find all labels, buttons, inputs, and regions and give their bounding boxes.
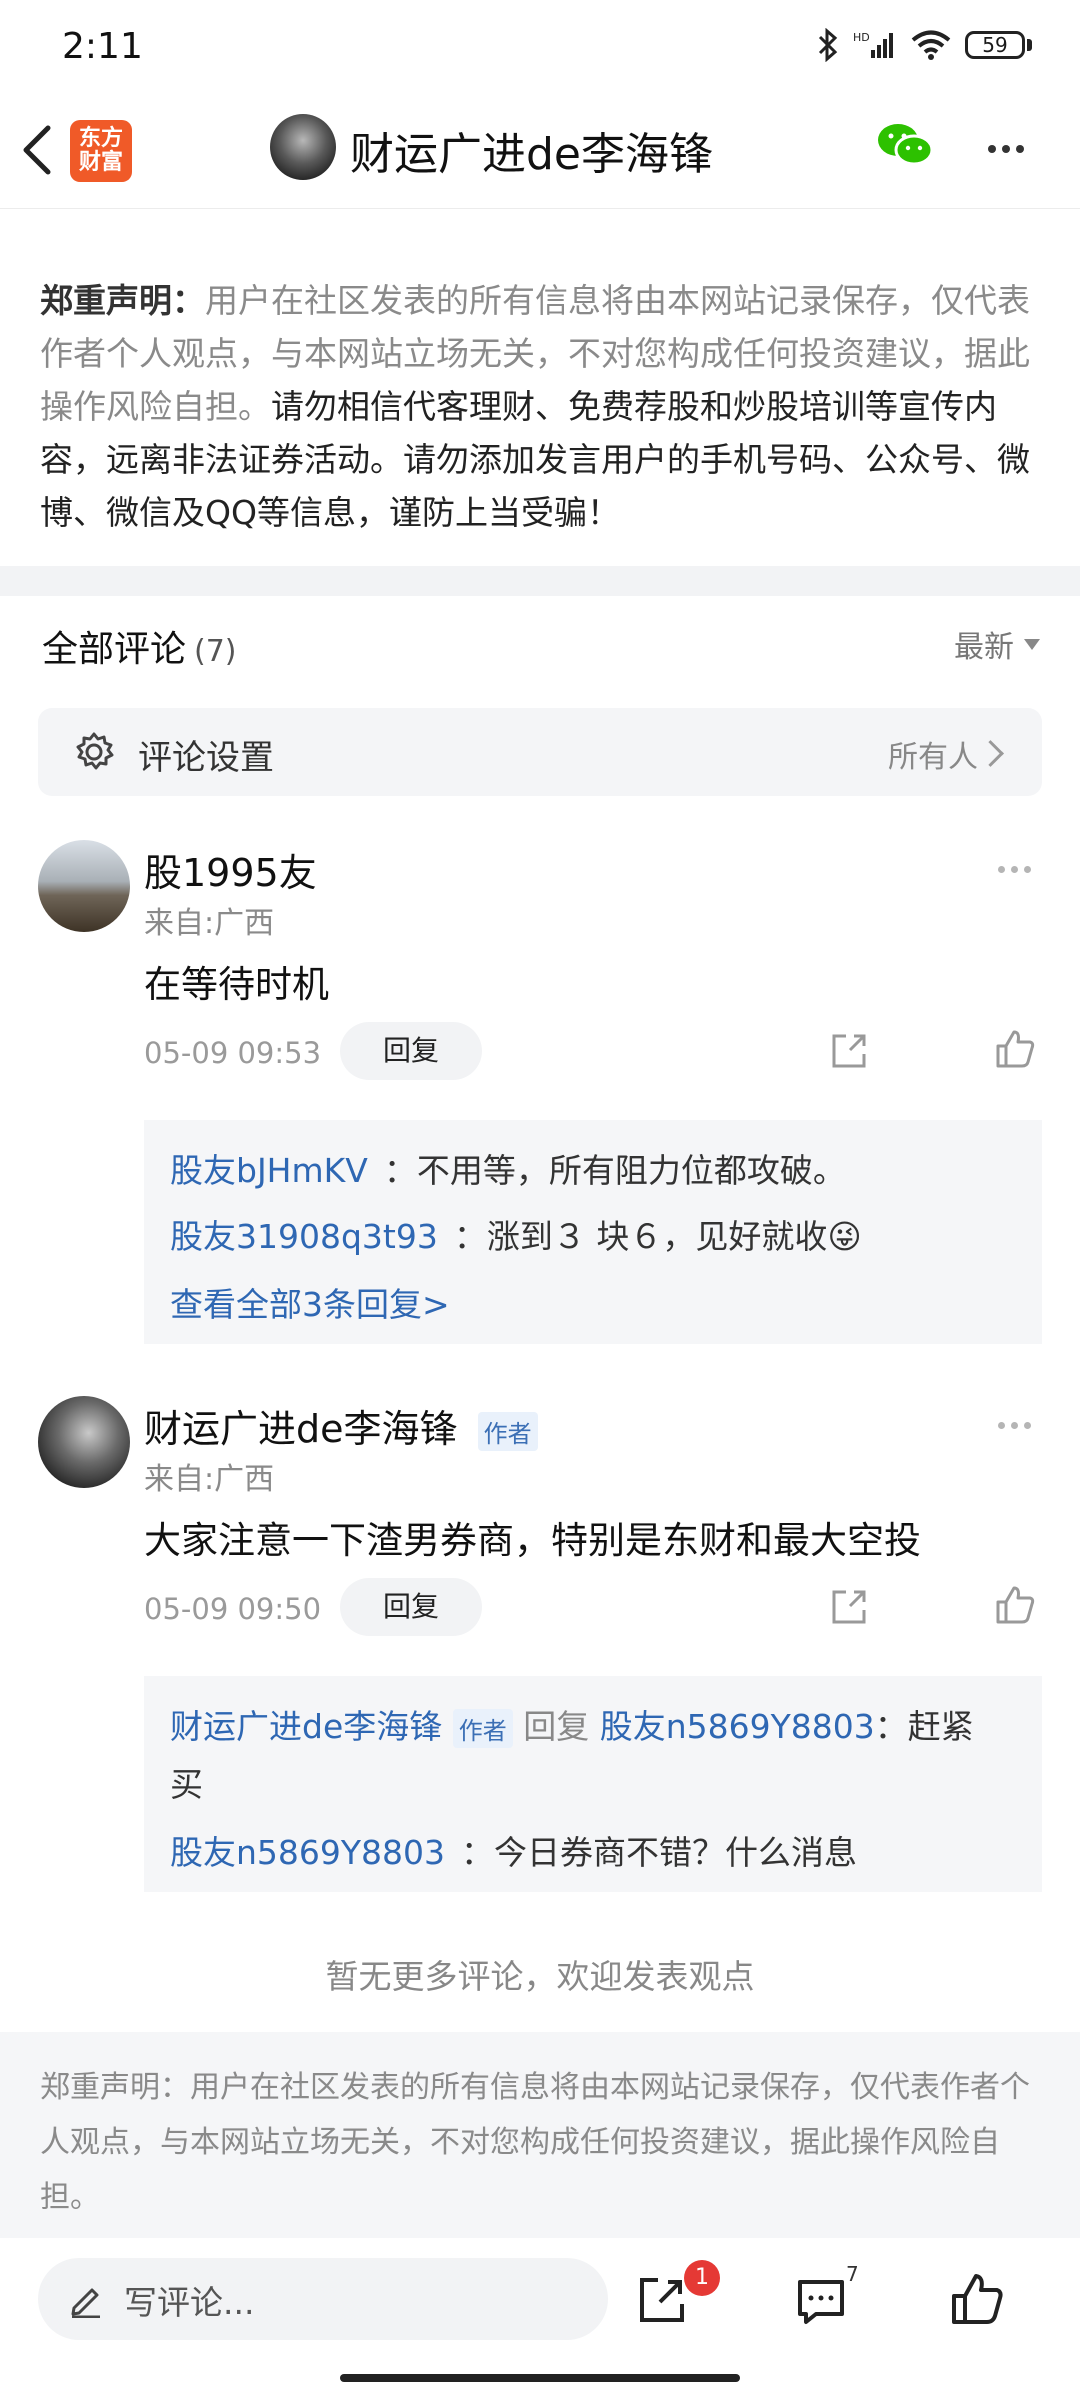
- comment-count-badge: 7: [846, 2262, 859, 2286]
- comments-title-text: 全部评论: [42, 629, 187, 670]
- write-comment-input[interactable]: 写评论...: [38, 2258, 608, 2340]
- bottom-disclaimer: 郑重声明：用户在社区发表的所有信息将由本网站记录保存，仅代表作者个人观点，与本网…: [40, 2070, 1030, 2215]
- header-avatar[interactable]: [270, 114, 336, 180]
- like-icon[interactable]: [994, 1584, 1036, 1626]
- chevron-right-icon: [977, 740, 1004, 767]
- comment-icon[interactable]: [796, 2276, 846, 2326]
- comments-count: (7): [194, 634, 237, 669]
- comment-settings-row[interactable]: 评论设置 所有人: [38, 708, 1042, 796]
- gear-icon: [76, 732, 114, 770]
- share-icon[interactable]: [828, 1586, 870, 1628]
- reply-text: ：涨到３ 块６，见好就收😜: [453, 1217, 862, 1256]
- sort-label: 最新: [954, 630, 1014, 665]
- logo-line1: 东方: [78, 126, 123, 151]
- reply-text: ：赶紧: [874, 1707, 974, 1746]
- reply-button[interactable]: 回复: [340, 1022, 482, 1080]
- logo-line2: 财富: [78, 150, 123, 175]
- author-badge: 作者: [477, 1412, 538, 1451]
- back-arrow-icon[interactable]: [20, 124, 54, 176]
- reply-text-continued: 买: [170, 1765, 203, 1804]
- battery-tip: [1027, 39, 1032, 51]
- reply-line: 财运广进de李海锋 作者 回复 股友n5869Y8803：赶紧: [170, 1700, 974, 1748]
- reply-text: ：今日券商不错？什么消息: [461, 1833, 858, 1872]
- status-icons: HD 59: [817, 28, 1032, 62]
- reply-username[interactable]: 股友31908q3t93: [170, 1217, 438, 1256]
- home-indicator: [340, 2374, 740, 2382]
- comment-location: 来自:广西: [144, 1462, 275, 1497]
- share-icon[interactable]: [636, 2274, 688, 2326]
- more-options-icon[interactable]: [988, 145, 1024, 153]
- reply-username[interactable]: 财运广进de李海锋: [170, 1707, 442, 1746]
- share-icon[interactable]: [828, 1030, 870, 1072]
- view-all-replies-link[interactable]: 查看全部3条回复>: [170, 1278, 450, 1326]
- reply-button[interactable]: 回复: [340, 1578, 482, 1636]
- avatar[interactable]: [38, 840, 130, 932]
- battery-indicator: 59: [965, 31, 1025, 59]
- author-badge: 作者: [452, 1709, 513, 1748]
- caret-down-icon: [1024, 638, 1040, 650]
- reply-line: 股友bJHmKV ：不用等，所有阻力位都攻破。: [170, 1144, 846, 1192]
- sort-dropdown[interactable]: 最新: [954, 622, 1040, 666]
- reply-line: 股友n5869Y8803 ：今日券商不错？什么消息: [170, 1826, 857, 1874]
- disclaimer: 郑重声明：用户在社区发表的所有信息将由本网站记录保存，仅代表作者个人观点，与本网…: [40, 274, 1040, 539]
- like-icon[interactable]: [994, 1028, 1036, 1070]
- write-comment-placeholder: 写评论...: [124, 2283, 255, 2322]
- comments-title: 全部评论 (7): [42, 620, 237, 672]
- settings-value: 所有人: [888, 740, 978, 775]
- page-title: 财运广进de李海锋: [350, 129, 713, 180]
- bluetooth-icon: [818, 28, 838, 62]
- like-icon[interactable]: [950, 2272, 1004, 2326]
- pencil-icon: [71, 2288, 100, 2318]
- comment-time: 05-09 09:50: [144, 1592, 322, 1626]
- comment-username[interactable]: 股1995友: [144, 842, 317, 897]
- reply-text: ：不用等，所有阻力位都攻破。: [383, 1151, 846, 1190]
- comment-location: 来自:广西: [144, 906, 275, 941]
- comment-text: 在等待时机: [144, 963, 329, 1006]
- section-divider: [0, 566, 1080, 596]
- reply-username[interactable]: 股友bJHmKV: [170, 1151, 368, 1190]
- status-time: 2:11: [62, 26, 143, 67]
- reply-line: 股友31908q3t93 ：涨到３ 块６，见好就收😜: [170, 1210, 862, 1258]
- disclaimer-label: 郑重声明：: [40, 281, 205, 320]
- comment-time: 05-09 09:53: [144, 1036, 322, 1070]
- reply-username[interactable]: 股友n5869Y8803: [170, 1833, 445, 1872]
- comment-username: 财运广进de李海锋 作者: [144, 1398, 538, 1453]
- reply-target-username[interactable]: 股友n5869Y8803: [600, 1707, 875, 1746]
- comment-more-icon[interactable]: [998, 866, 1031, 873]
- share-notification-badge: 1: [684, 2260, 720, 2296]
- comment-text: 大家注意一下渣男券商，特别是东财和最大空投: [144, 1519, 921, 1562]
- reply-verb: 回复: [523, 1707, 590, 1746]
- no-more-comments: 暂无更多评论，欢迎发表观点: [325, 1957, 755, 1996]
- app-logo[interactable]: 东方 财富: [70, 120, 132, 182]
- comment-username-text[interactable]: 财运广进de李海锋: [144, 1407, 458, 1451]
- comment-more-icon[interactable]: [998, 1422, 1031, 1429]
- svg-text:HD: HD: [853, 31, 870, 44]
- settings-label: 评论设置: [138, 738, 274, 778]
- signal-icon: HD: [853, 31, 893, 58]
- wechat-icon[interactable]: [876, 120, 934, 170]
- wifi-icon: [911, 30, 951, 60]
- avatar[interactable]: [38, 1396, 130, 1488]
